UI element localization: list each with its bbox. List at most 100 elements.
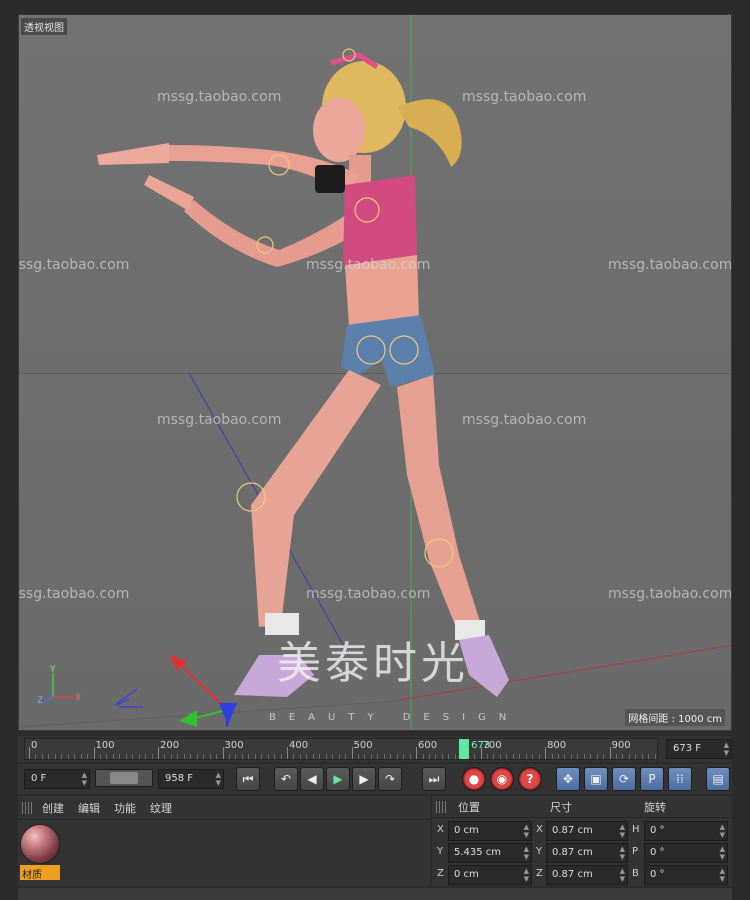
material-name[interactable]: 材质 <box>20 865 60 881</box>
gizmo-y-head[interactable] <box>179 710 197 727</box>
position-field-value: 5.435 cm <box>454 847 502 858</box>
spinner-icon[interactable]: ▲ ▼ <box>720 867 725 883</box>
next-key-button[interactable]: ↷ <box>378 767 402 791</box>
panel-grip-icon[interactable] <box>22 801 34 814</box>
ruler-minor-tick <box>448 754 450 759</box>
ruler-minor-tick <box>80 754 82 759</box>
ruler-minor-tick <box>332 754 334 759</box>
ruler-minor-tick <box>151 754 153 759</box>
spinner-icon[interactable]: ▲ ▼ <box>620 867 625 883</box>
ruler-tick-label: 400 <box>289 740 309 751</box>
material-item[interactable]: 材质 <box>20 824 60 882</box>
rotation-field[interactable]: 0 ° ▲ ▼ <box>644 821 728 841</box>
goto-end-icon: ⏭ <box>428 771 440 786</box>
ruler-minor-tick <box>345 754 347 759</box>
spinner-icon[interactable]: ▲ ▼ <box>82 771 87 787</box>
preview-range-slider[interactable] <box>95 769 153 787</box>
timeline-window-button[interactable]: ▤ <box>706 767 730 791</box>
prev-key-button[interactable]: ↶ <box>274 767 298 791</box>
keyframe-selection-button[interactable]: ? <box>518 767 542 791</box>
character-model[interactable] <box>97 48 509 697</box>
timeline[interactable]: 0 100 200 300 400 500 600 700 800 900 673 673 F ▲… <box>18 736 732 762</box>
gizmo-x-arrow[interactable] <box>178 662 228 711</box>
rotation-field[interactable]: 0 ° ▲ ▼ <box>644 865 728 885</box>
brand-logo-cn: 美泰时光 <box>277 638 469 689</box>
size-axis-label: X <box>536 824 543 835</box>
axis-x-label: X <box>75 693 81 703</box>
size-field-value: 0.87 cm <box>552 825 593 836</box>
spinner-icon[interactable]: ▲ ▼ <box>720 845 725 861</box>
position-field[interactable]: 0 cm ▲ ▼ <box>448 821 532 841</box>
ruler-minor-tick <box>235 754 237 759</box>
start-frame-field[interactable]: 0 F ▲ ▼ <box>24 769 90 789</box>
ruler-tick-label: 300 <box>224 740 244 751</box>
next-frame-icon: ▶ <box>359 772 369 786</box>
position-axis-label-value: Y <box>437 846 444 857</box>
spinner-icon[interactable]: ▲ ▼ <box>620 845 625 861</box>
end-frame-field[interactable]: 958 F ▲ ▼ <box>158 769 224 789</box>
playhead[interactable] <box>459 739 470 759</box>
scene-canvas[interactable] <box>19 15 732 731</box>
ruler-minor-tick <box>216 754 218 759</box>
position-axis-label: X <box>437 824 444 835</box>
next-key-icon: ↷ <box>384 772 396 786</box>
spinner-icon[interactable]: ▲ ▼ <box>724 741 729 757</box>
position-field[interactable]: 5.435 cm ▲ ▼ <box>448 843 532 863</box>
watermark-text: mssg.taobao.com <box>608 586 732 602</box>
spinner-icon[interactable]: ▲ ▼ <box>720 823 725 839</box>
timeline-ruler[interactable]: 0 100 200 300 400 500 600 700 800 900 673 <box>24 738 658 760</box>
viewport-title[interactable]: 透视视图 <box>21 18 67 35</box>
position-axis-label: Y <box>437 846 443 857</box>
perspective-viewport[interactable]: Y X Z mssg.taobao.com mssg.taobao.com ms… <box>18 14 732 731</box>
spinner-icon[interactable]: ▲ ▼ <box>524 867 529 883</box>
ruler-minor-tick <box>603 754 605 759</box>
menu-texture[interactable]: 纹理 <box>150 800 172 816</box>
rotation-field[interactable]: 0 ° ▲ ▼ <box>644 843 728 863</box>
size-field[interactable]: 0.87 cm ▲ ▼ <box>546 843 628 863</box>
menu-edit[interactable]: 编辑 <box>78 800 100 816</box>
panel-grip-icon[interactable] <box>436 800 448 813</box>
ruler-minor-tick <box>203 754 205 759</box>
next-frame-button[interactable]: ▶ <box>352 767 376 791</box>
material-manager: 创建 编辑 功能 纹理 材质 <box>18 796 430 886</box>
preview-range-knob[interactable] <box>110 772 138 784</box>
current-frame-field[interactable]: 673 F ▲ ▼ <box>666 739 732 759</box>
coordinates-manager: 位置 尺寸 旋转 X 0 cm ▲ ▼ X 0.87 cm ▲ ▼ H 0 ° ▲ ▼ Y 5.435 c… <box>432 796 732 886</box>
ruler-minor-tick <box>293 754 295 759</box>
spinner-icon[interactable]: ▲ ▼ <box>620 823 625 839</box>
ruler-tick <box>222 747 224 759</box>
menu-create[interactable]: 创建 <box>42 800 64 816</box>
prev-frame-button[interactable]: ◀ <box>300 767 324 791</box>
spinner-icon[interactable]: ▲ ▼ <box>216 771 221 787</box>
goto-start-button[interactable]: ⏮ <box>236 767 260 791</box>
scale-tool-button[interactable]: ▣ <box>584 767 608 791</box>
ruler-minor-tick <box>364 754 366 759</box>
armband <box>315 165 345 193</box>
ruler-minor-tick <box>164 754 166 759</box>
ruler-minor-tick <box>357 754 359 759</box>
ruler-minor-tick <box>435 754 437 759</box>
prev-frame-icon: ◀ <box>307 772 317 786</box>
move-tool-button[interactable]: ✥ <box>556 767 580 791</box>
play-button[interactable]: ▶ <box>326 767 350 791</box>
position-field[interactable]: 0 cm ▲ ▼ <box>448 865 532 885</box>
ruler-minor-tick <box>370 754 372 759</box>
brand-logo-en: BEAUTY DESIGN <box>269 712 520 723</box>
menu-function[interactable]: 功能 <box>114 800 136 816</box>
size-axis-label: Z <box>536 868 543 879</box>
goto-end-button[interactable]: ⏭ <box>422 767 446 791</box>
spinner-icon[interactable]: ▲ ▼ <box>524 845 529 861</box>
parameter-button[interactable]: P <box>640 767 664 791</box>
point-level-button[interactable]: ⁞⁞ <box>668 767 692 791</box>
gizmo-z-head[interactable] <box>219 703 237 725</box>
prev-key-icon: ↶ <box>280 772 292 786</box>
position-axis-label-value: X <box>437 824 444 835</box>
autokey-button[interactable]: ◉ <box>490 767 514 791</box>
material-preview-sphere[interactable] <box>20 824 60 864</box>
rotate-tool-button[interactable]: ⟳ <box>612 767 636 791</box>
size-field[interactable]: 0.87 cm ▲ ▼ <box>546 821 628 841</box>
record-button[interactable]: ● <box>462 767 486 791</box>
spinner-icon[interactable]: ▲ ▼ <box>524 823 529 839</box>
ruler-minor-tick <box>299 754 301 759</box>
size-field[interactable]: 0.87 cm ▲ ▼ <box>546 865 628 885</box>
